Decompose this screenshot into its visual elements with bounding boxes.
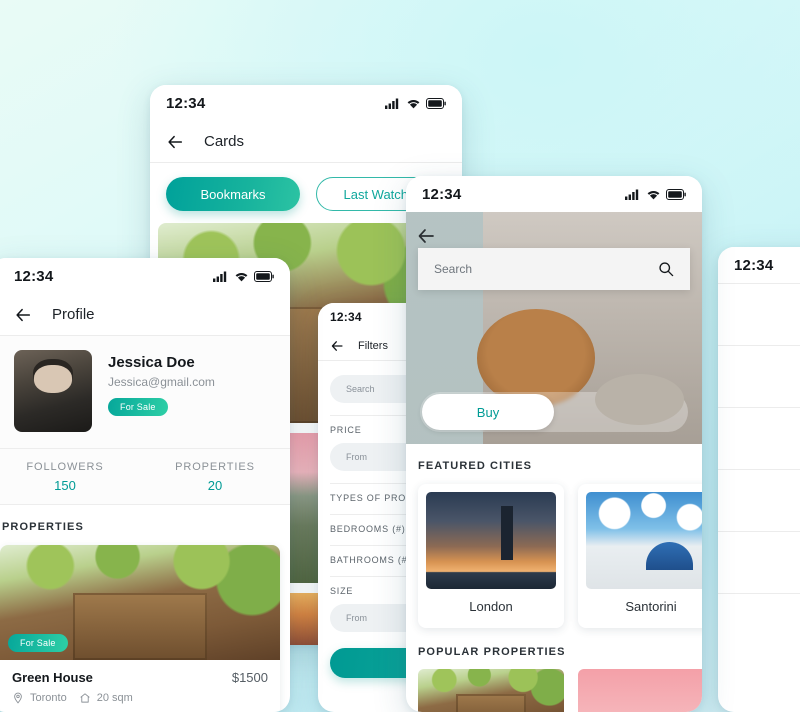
- profile-name: Jessica Doe: [108, 354, 195, 371]
- stat-followers-label: FOLLOWERS: [26, 461, 104, 473]
- phone-list-screen: 12:34: [718, 247, 800, 712]
- status-icons: [625, 188, 686, 200]
- tab-bookmarks-label: Bookmarks: [200, 186, 266, 202]
- property-meta: Toronto 20 sqm: [12, 692, 268, 704]
- status-time: 12:34: [734, 256, 774, 274]
- status-time: 12:34: [422, 185, 462, 203]
- status-bar: 12:34: [150, 85, 462, 121]
- home-outline-icon: [80, 693, 90, 703]
- featured-cities-list: London Santorini: [406, 484, 702, 628]
- filter-price-from-placeholder: From: [346, 452, 367, 462]
- segment-buy-label: Buy: [476, 404, 500, 420]
- property-size: 20 sqm: [96, 692, 133, 704]
- signal-icon: [385, 98, 399, 109]
- popular-properties-list: [406, 669, 702, 712]
- status-bar: 12:34: [718, 247, 800, 283]
- segment-buy[interactable]: Buy: [422, 394, 554, 430]
- popular-property-card-2[interactable]: [578, 669, 702, 712]
- app-bar: Cards: [150, 121, 462, 163]
- battery-icon: [426, 97, 446, 109]
- location-pin-icon: [14, 692, 22, 704]
- list-item[interactable]: [718, 345, 800, 407]
- property-city: Toronto: [30, 692, 67, 704]
- search-icon[interactable]: [658, 261, 674, 277]
- back-arrow-icon[interactable]: [14, 306, 32, 324]
- list-item[interactable]: [718, 283, 800, 345]
- search-hero-photo: Search Buy Rent: [406, 212, 702, 444]
- stat-properties-label: PROPERTIES: [175, 461, 255, 473]
- back-arrow-icon[interactable]: [166, 133, 184, 151]
- stat-properties-value: 20: [207, 478, 223, 493]
- property-price: $1500: [231, 670, 268, 685]
- battery-icon: [254, 270, 274, 282]
- popular-property-card-1[interactable]: [418, 669, 564, 712]
- property-status-badge: For Sale: [8, 634, 68, 652]
- status-time: 12:34: [166, 94, 206, 112]
- profile-header: Jessica Doe Jessica@gmail.com For Sale: [0, 336, 290, 448]
- filter-size-from-placeholder: From: [346, 613, 367, 623]
- back-arrow-icon[interactable]: [416, 226, 436, 246]
- stat-properties[interactable]: PROPERTIES 20: [140, 461, 290, 493]
- status-bar: 12:34: [406, 176, 702, 212]
- back-arrow-icon[interactable]: [330, 339, 344, 353]
- phone-search-screen: 12:34 Search Buy Rent FEATURED CITIES Lo…: [406, 176, 702, 712]
- list-item[interactable]: [718, 407, 800, 469]
- list-item[interactable]: [718, 469, 800, 531]
- list-item[interactable]: [718, 531, 800, 593]
- property-card[interactable]: For Sale Green House $1500 Toronto 20 sq…: [0, 545, 280, 712]
- property-name: Green House: [12, 670, 93, 685]
- city-name-london: London: [469, 599, 513, 614]
- city-photo-london: [426, 492, 556, 589]
- city-photo-santorini: [586, 492, 702, 589]
- profile-stats: FOLLOWERS 150 PROPERTIES 20: [0, 448, 290, 505]
- status-icons: [213, 270, 274, 282]
- status-time: 12:34: [330, 310, 362, 324]
- battery-icon: [666, 188, 686, 200]
- profile-email: Jessica@gmail.com: [108, 375, 215, 389]
- stat-followers[interactable]: FOLLOWERS 150: [0, 461, 140, 493]
- list-item[interactable]: [718, 593, 800, 655]
- profile-identity: Jessica Doe Jessica@gmail.com For Sale: [108, 350, 215, 432]
- status-time: 12:34: [14, 267, 54, 285]
- status-icons: [385, 97, 446, 109]
- segment-rent-label: Rent: [608, 404, 636, 420]
- screenshot-stage: 12:34 12:34 Cards Bookmarks Last Watched…: [0, 0, 800, 712]
- tab-bookmarks[interactable]: Bookmarks: [166, 177, 300, 211]
- wifi-icon: [407, 99, 420, 108]
- property-photo: For Sale: [0, 545, 280, 660]
- page-title: Profile: [52, 306, 95, 323]
- buy-rent-toggle[interactable]: Buy Rent: [420, 392, 688, 432]
- search-placeholder: Search: [434, 262, 473, 276]
- property-info: Green House $1500 Toronto 20 sqm: [0, 660, 280, 712]
- profile-properties-section-title: PROPERTIES: [2, 521, 84, 533]
- city-name-santorini: Santorini: [625, 599, 677, 614]
- signal-icon: [625, 189, 639, 200]
- segment-rent[interactable]: Rent: [556, 394, 688, 430]
- filter-search-placeholder: Search: [346, 384, 375, 394]
- wifi-icon: [647, 190, 660, 199]
- status-bar: 12:34: [0, 258, 290, 294]
- wifi-icon: [235, 272, 248, 281]
- stat-followers-value: 150: [54, 478, 76, 493]
- signal-icon: [213, 271, 227, 282]
- list-rows: [718, 283, 800, 655]
- profile-status-badge: For Sale: [108, 398, 168, 416]
- phone-profile-screen: 12:34 Profile Jessica Doe Jessica@gmail.…: [0, 258, 290, 712]
- city-card-london[interactable]: London: [418, 484, 564, 628]
- avatar[interactable]: [14, 350, 92, 432]
- featured-cities-title: FEATURED CITIES: [418, 460, 533, 472]
- page-title: Cards: [204, 133, 245, 150]
- city-card-santorini[interactable]: Santorini: [578, 484, 702, 628]
- search-input[interactable]: Search: [418, 248, 690, 290]
- page-title: Filters: [358, 339, 388, 352]
- popular-properties-title: POPULAR PROPERTIES: [418, 646, 566, 658]
- app-bar: Profile: [0, 294, 290, 336]
